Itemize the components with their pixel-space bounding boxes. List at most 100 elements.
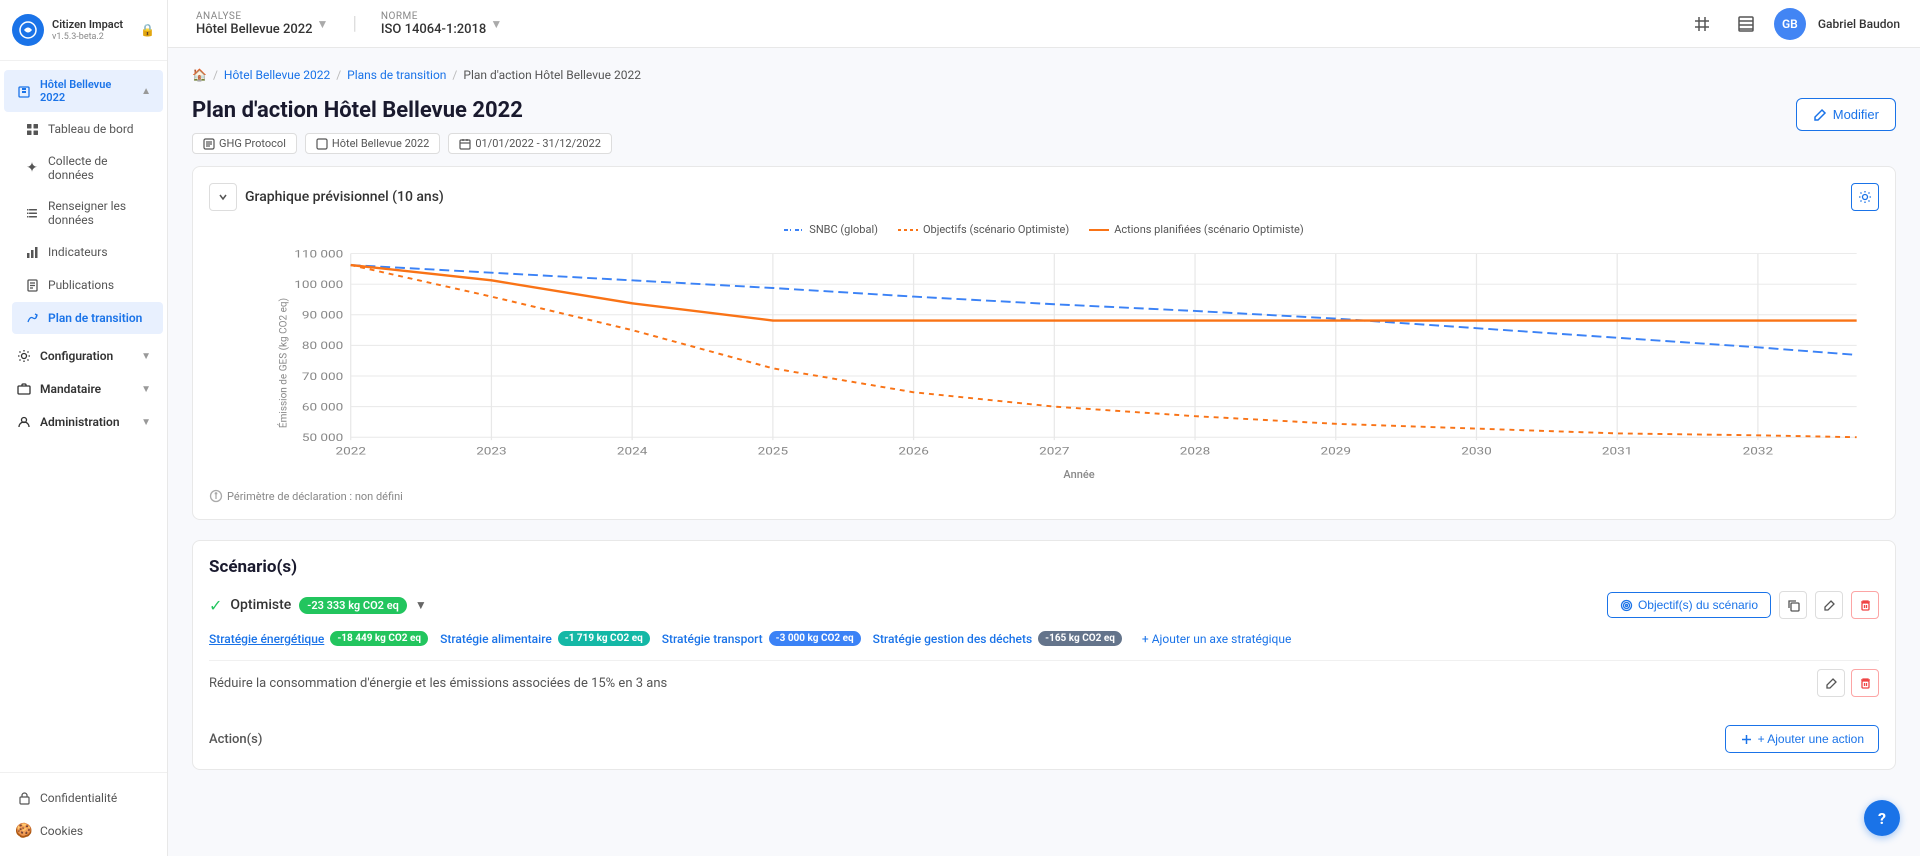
strategy-alimentaire[interactable]: Stratégie alimentaire -1 719 kg CO2 eq bbox=[440, 631, 650, 646]
page-header: Plan d'action Hôtel Bellevue 2022 GHG Pr… bbox=[192, 98, 1896, 154]
strategy-dechets-badge: -165 kg CO2 eq bbox=[1038, 631, 1122, 646]
strategy-transport[interactable]: Stratégie transport -3 000 kg CO2 eq bbox=[662, 631, 861, 646]
list-icon bbox=[24, 205, 40, 221]
breadcrumb-plans[interactable]: Plans de transition bbox=[347, 68, 446, 82]
sidebar-item-hotel[interactable]: Hôtel Bellevue 2022 ▲ bbox=[4, 70, 163, 112]
sidebar-item-transition[interactable]: Plan de transition bbox=[12, 302, 163, 334]
page-tags: GHG Protocol Hôtel Bellevue 2022 01/01/2… bbox=[192, 133, 612, 154]
svg-text:70 000: 70 000 bbox=[302, 370, 344, 382]
sidebar-item-indicateurs[interactable]: Indicateurs bbox=[12, 236, 163, 268]
chart-svg: 110 000 100 000 90 000 80 000 70 000 60 … bbox=[289, 244, 1869, 464]
svg-text:90 000: 90 000 bbox=[302, 309, 344, 321]
cog-icon bbox=[1858, 190, 1872, 204]
legend-objectifs: Objectifs (scénario Optimiste) bbox=[898, 223, 1069, 236]
strategy-edit-button[interactable] bbox=[1817, 669, 1845, 697]
sidebar-item-publications[interactable]: Publications bbox=[12, 269, 163, 301]
svg-text:2027: 2027 bbox=[1039, 445, 1070, 457]
analyse-chevron-icon: ▼ bbox=[317, 17, 329, 31]
book-icon bbox=[24, 277, 40, 293]
strategies-bar: Stratégie énergétique -18 449 kg CO2 eq … bbox=[209, 631, 1879, 646]
sidebar-item-tableau[interactable]: Tableau de bord bbox=[12, 113, 163, 145]
scenario-dropdown-button[interactable]: ▼ bbox=[415, 598, 427, 612]
topbar-separator: | bbox=[352, 13, 356, 34]
chart-settings-button[interactable] bbox=[1851, 183, 1879, 211]
analyse-block: ANALYSE Hôtel Bellevue 2022 bbox=[196, 11, 313, 37]
modify-button[interactable]: Modifier bbox=[1796, 98, 1896, 131]
strategy-energetique-label: Stratégie énergétique bbox=[209, 632, 324, 646]
snbc-dash-icon bbox=[784, 225, 804, 235]
user-avatar[interactable]: GB bbox=[1774, 8, 1806, 40]
sidebar-item-mandataire[interactable]: Mandataire ▼ bbox=[4, 373, 163, 405]
analyse-label: ANALYSE bbox=[196, 11, 313, 22]
app-logo: Citizen Impact v1.5.3-beta.2 🔒 bbox=[0, 0, 167, 61]
help-button[interactable]: ? bbox=[1864, 800, 1900, 836]
strategy-transport-badge: -3 000 kg CO2 eq bbox=[769, 631, 861, 646]
add-action-button[interactable]: + Ajouter une action bbox=[1725, 725, 1879, 753]
breadcrumb: 🏠 / Hôtel Bellevue 2022 / Plans de trans… bbox=[192, 68, 1896, 82]
config-chevron-icon: ▼ bbox=[141, 351, 151, 362]
add-strategy-button[interactable]: + Ajouter un axe stratégique bbox=[1142, 632, 1291, 646]
logo-icon bbox=[12, 14, 44, 46]
breadcrumb-sep-2: / bbox=[336, 68, 341, 82]
sidebar: Citizen Impact v1.5.3-beta.2 🔒 Hôtel Bel… bbox=[0, 0, 168, 856]
sidebar-item-confidentialite[interactable]: Confidentialité bbox=[4, 782, 163, 814]
norme-selector[interactable]: NORME ISO 14064-1:2018 ▼ bbox=[373, 7, 510, 41]
actions-solid-icon bbox=[1089, 225, 1109, 235]
strategy-dechets[interactable]: Stratégie gestion des déchets -165 kg CO… bbox=[873, 631, 1122, 646]
scenario-copy-button[interactable] bbox=[1779, 591, 1807, 619]
actions-footer: Action(s) + Ajouter une action bbox=[209, 715, 1879, 753]
scenario-actions: Objectif(s) du scénario bbox=[1607, 591, 1879, 619]
svg-text:2032: 2032 bbox=[1743, 445, 1774, 457]
svg-text:2024: 2024 bbox=[617, 445, 648, 457]
legend-objectifs-label: Objectifs (scénario Optimiste) bbox=[923, 223, 1069, 236]
tag-period[interactable]: 01/01/2022 - 31/12/2022 bbox=[448, 133, 612, 154]
breadcrumb-home[interactable]: 🏠 bbox=[192, 68, 207, 82]
scenario-objectives-button[interactable]: Objectif(s) du scénario bbox=[1607, 592, 1771, 618]
tag-entity[interactable]: Hôtel Bellevue 2022 bbox=[305, 133, 440, 154]
scenario-edit-button[interactable] bbox=[1815, 591, 1843, 619]
svg-text:100 000: 100 000 bbox=[294, 278, 343, 290]
sidebar-item-cookies[interactable]: 🍪 Cookies bbox=[4, 815, 163, 847]
target-icon bbox=[1620, 599, 1633, 612]
trash-icon bbox=[1859, 599, 1872, 612]
norme-value: ISO 14064-1:2018 bbox=[381, 22, 486, 37]
analyse-selector[interactable]: ANALYSE Hôtel Bellevue 2022 ▼ bbox=[188, 7, 336, 41]
tag-protocol[interactable]: GHG Protocol bbox=[192, 133, 297, 154]
tag-protocol-label: GHG Protocol bbox=[219, 137, 286, 150]
sidebar-item-administration[interactable]: Administration ▼ bbox=[4, 406, 163, 438]
sidebar-item-collecte[interactable]: ✦ Collecte de données bbox=[12, 146, 163, 190]
calendar-icon bbox=[459, 138, 471, 150]
edit-icon bbox=[1813, 108, 1827, 122]
svg-text:2023: 2023 bbox=[476, 445, 507, 457]
strategy-description: Réduire la consommation d'énergie et les… bbox=[209, 660, 1879, 705]
strategy-dechets-label: Stratégie gestion des déchets bbox=[873, 632, 1032, 646]
grid-view-button[interactable] bbox=[1686, 8, 1718, 40]
chart-header: Graphique prévisionnel (10 ans) bbox=[209, 183, 1879, 211]
sidebar-confidentialite-label: Confidentialité bbox=[40, 791, 117, 805]
strategy-delete-button[interactable] bbox=[1851, 669, 1879, 697]
svg-text:60 000: 60 000 bbox=[302, 401, 344, 413]
strategy-desc-actions bbox=[1817, 669, 1879, 697]
sidebar-item-configuration[interactable]: Configuration ▼ bbox=[4, 340, 163, 372]
strategy-energetique[interactable]: Stratégie énergétique -18 449 kg CO2 eq bbox=[209, 631, 428, 646]
breadcrumb-current: Plan d'action Hôtel Bellevue 2022 bbox=[463, 68, 641, 82]
chart-toggle-button[interactable] bbox=[209, 183, 237, 211]
snbc-line-icon bbox=[784, 225, 804, 235]
avatar-initials: GB bbox=[1782, 17, 1798, 31]
table-view-button[interactable] bbox=[1730, 8, 1762, 40]
scenario-delete-button[interactable] bbox=[1851, 591, 1879, 619]
scenario-name-block: ✓ Optimiste -23 333 kg CO2 eq ▼ bbox=[209, 596, 427, 615]
breadcrumb-hotel[interactable]: Hôtel Bellevue 2022 bbox=[224, 68, 330, 82]
user-name: Gabriel Baudon bbox=[1818, 17, 1900, 31]
strategy-alimentaire-label: Stratégie alimentaire bbox=[440, 632, 552, 646]
sidebar-admin-label: Administration bbox=[40, 415, 120, 429]
building-icon bbox=[16, 83, 32, 99]
norme-label: NORME bbox=[381, 11, 486, 22]
scenario-check-icon: ✓ bbox=[209, 596, 222, 615]
legend-actions: Actions planifiées (scénario Optimiste) bbox=[1089, 223, 1304, 236]
app-name: Citizen Impact bbox=[52, 18, 123, 32]
svg-text:110 000: 110 000 bbox=[294, 248, 343, 260]
sidebar-item-renseigner[interactable]: Renseigner les données bbox=[12, 191, 163, 235]
svg-text:2029: 2029 bbox=[1321, 445, 1352, 457]
chart-container: 110 000 100 000 90 000 80 000 70 000 60 … bbox=[289, 244, 1869, 464]
